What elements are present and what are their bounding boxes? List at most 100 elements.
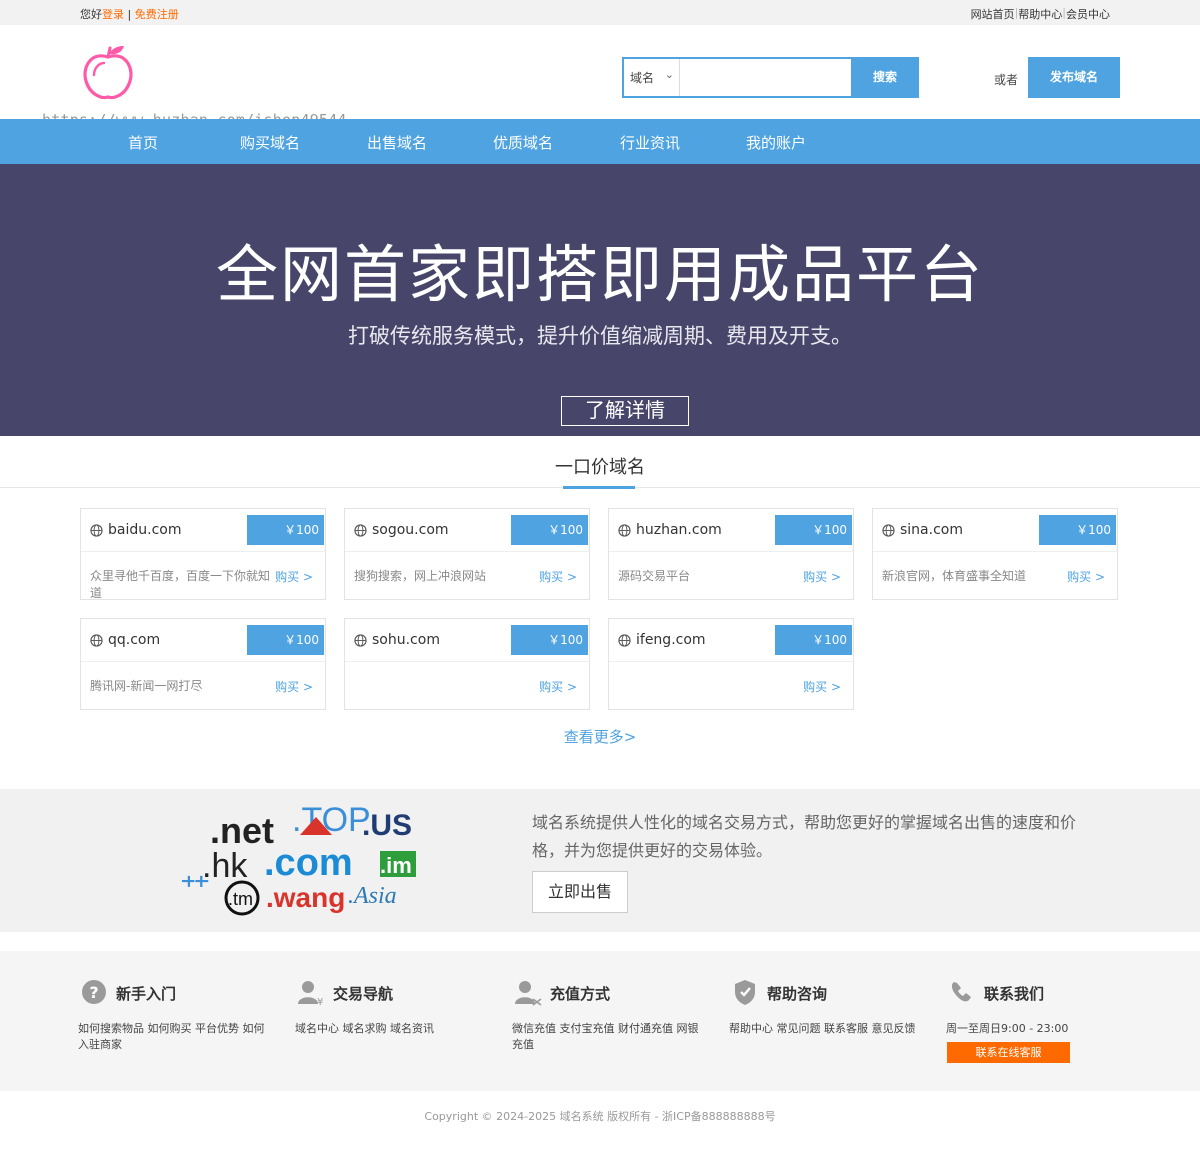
domain-card[interactable]: ifeng.com ￥100 购买 > — [608, 618, 854, 710]
nav-item-sell-domain[interactable]: 出售域名 — [367, 132, 427, 153]
help-link[interactable]: 帮助中心 — [729, 1022, 773, 1035]
nav-item-buy-domain[interactable]: 购买域名 — [240, 132, 300, 153]
domain-description: 腾讯网-新闻一网打尽 — [90, 679, 203, 693]
user-greeting: 您好登录 | 免费注册 — [80, 6, 179, 22]
domain-price-badge: ￥100 — [247, 515, 324, 545]
buy-link[interactable]: 购买 > — [1067, 568, 1105, 585]
phone-icon — [951, 982, 971, 1002]
nav-item-premium-domain[interactable]: 优质域名 — [493, 132, 553, 153]
search-button[interactable]: 搜索 — [851, 57, 919, 98]
globe-icon — [882, 524, 895, 537]
domain-price-badge: ￥100 — [775, 515, 852, 545]
domain-name[interactable]: baidu.com — [108, 522, 181, 538]
help-column-title: 充值方式 — [550, 985, 611, 1003]
site-logo[interactable] — [80, 43, 136, 103]
banner-subtitle: 打破传统服务模式，提升价值缩减周期、费用及开支。 — [348, 324, 852, 348]
domain-card[interactable]: huzhan.com ￥100 源码交易平台 购买 > — [608, 508, 854, 600]
see-more-link[interactable]: 查看更多> — [0, 726, 1200, 747]
learn-more-button[interactable]: 了解详情 — [561, 396, 689, 426]
member-center-link[interactable]: 会员中心 — [1066, 6, 1110, 22]
header: https://www.huzhan.com/ishop49544 域名 ⌄ 搜… — [0, 25, 1200, 129]
help-link[interactable]: 域名求购 — [343, 1022, 387, 1035]
svg-text:?: ? — [89, 983, 98, 1002]
buy-link[interactable]: 购买 > — [803, 568, 841, 585]
help-column-title: 联系我们 — [984, 985, 1045, 1003]
help-link[interactable]: 意见反馈 — [872, 1022, 916, 1035]
logo-word: .tm — [228, 889, 253, 909]
logo-word: .com — [264, 842, 353, 884]
buy-link[interactable]: 购买 > — [539, 678, 577, 695]
nav-item-my-account[interactable]: 我的账户 — [746, 132, 806, 153]
promo-text: 域名系统提供人性化的域名交易方式，帮助您更好的掌握域名出售的速度和价格，并为您提… — [532, 813, 1077, 860]
question-icon: ? — [82, 980, 106, 1004]
online-service-button[interactable]: 联系在线客服 — [947, 1042, 1070, 1063]
site-home-link[interactable]: 网站首页 — [971, 6, 1015, 22]
nav-item-industry-news[interactable]: 行业资讯 — [620, 132, 680, 153]
domain-price-badge: ￥100 — [247, 625, 324, 655]
domain-card[interactable]: baidu.com ￥100 众里寻他千百度，百度一下你就知道 购买 > — [80, 508, 326, 600]
domain-card-header: huzhan.com ￥100 — [609, 509, 853, 552]
domain-description: 新浪官网，体育盛事全知道 — [882, 569, 1027, 583]
domain-name[interactable]: huzhan.com — [636, 522, 722, 538]
main-nav: 首页 购买域名 出售域名 优质域名 行业资讯 我的账户 — [0, 119, 1200, 164]
domain-extensions-logo: .net .TOP .US .hk .com .im ⺿ .tm .wang .… — [180, 801, 416, 916]
help-link[interactable]: 平台优势 — [195, 1022, 239, 1035]
domain-card[interactable]: sogou.com ￥100 搜狗搜索，网上冲浪网站 购买 > — [344, 508, 590, 600]
copyright: Copyright © 2024-2025 域名系统 版权所有 - 浙ICP备8… — [424, 1110, 776, 1123]
globe-icon — [354, 524, 367, 537]
buy-link[interactable]: 购买 > — [539, 568, 577, 585]
domain-card-header: sogou.com ￥100 — [345, 509, 589, 552]
help-column-title: 交易导航 — [333, 985, 394, 1003]
domain-name[interactable]: sogou.com — [372, 522, 449, 538]
login-link[interactable]: 登录 — [102, 8, 124, 21]
logo-word: .Asia — [348, 883, 397, 909]
domain-card[interactable]: qq.com ￥100 腾讯网-新闻一网打尽 购买 > — [80, 618, 326, 710]
domain-price-badge: ￥100 — [1039, 515, 1116, 545]
service-hours: 周一至周日9:00 - 23:00 — [946, 1022, 1069, 1035]
help-link[interactable]: 微信充值 — [512, 1022, 556, 1035]
help-center-link[interactable]: 帮助中心 — [1018, 6, 1062, 22]
help-column-title: 帮助咨询 — [767, 985, 828, 1003]
domain-card-header: qq.com ￥100 — [81, 619, 325, 662]
domain-name[interactable]: sohu.com — [372, 632, 440, 648]
recharge-user-icon — [515, 981, 542, 1006]
help-link[interactable]: 域名资讯 — [390, 1022, 434, 1035]
help-link[interactable]: 如何购买 — [148, 1022, 192, 1035]
register-link[interactable]: 免费注册 — [135, 8, 179, 21]
svg-text:¥: ¥ — [317, 997, 323, 1006]
help-link[interactable]: 常见问题 — [777, 1022, 821, 1035]
help-link[interactable]: 域名中心 — [295, 1022, 339, 1035]
help-column-title: 新手入门 — [116, 985, 177, 1003]
banner-title: 全网首家即搭即用成品平台 — [215, 238, 984, 311]
help-link[interactable]: 财付通充值 — [618, 1022, 673, 1035]
top-links: 网站首页 | 帮助中心 | 会员中心 — [971, 6, 1110, 22]
help-link[interactable]: 如何搜索物品 — [78, 1022, 144, 1035]
domain-card-header: baidu.com ￥100 — [81, 509, 325, 552]
buy-link[interactable]: 购买 > — [275, 678, 313, 695]
sell-now-button[interactable]: 立即出售 — [532, 871, 628, 913]
chevron-down-icon: ⌄ — [664, 68, 674, 81]
domain-name[interactable]: sina.com — [900, 522, 963, 538]
search-type-label: 域名 — [630, 71, 655, 85]
section-title-underline — [563, 486, 635, 489]
hero-banner: 全网首家即搭即用成品平台 打破传统服务模式，提升价值缩减周期、费用及开支。 了解… — [0, 164, 1200, 436]
help-link[interactable]: 联系客服 — [824, 1022, 868, 1035]
domain-price-badge: ￥100 — [511, 625, 588, 655]
domain-description: 众里寻他千百度，百度一下你就知道 — [90, 569, 271, 600]
buy-link[interactable]: 购买 > — [275, 568, 313, 585]
domain-price-badge: ￥100 — [775, 625, 852, 655]
nav-item-home[interactable]: 首页 — [128, 132, 158, 153]
globe-icon — [90, 634, 103, 647]
domain-name[interactable]: qq.com — [108, 632, 160, 648]
buy-link[interactable]: 购买 > — [803, 678, 841, 695]
domain-name[interactable]: ifeng.com — [636, 632, 706, 648]
help-link[interactable]: 支付宝充值 — [560, 1022, 615, 1035]
domain-card[interactable]: sohu.com ￥100 购买 > — [344, 618, 590, 710]
search-type-select[interactable]: 域名 ⌄ — [624, 59, 680, 96]
greeting-text: 您好 — [80, 8, 102, 21]
publish-domain-button[interactable]: 发布域名 — [1028, 57, 1120, 98]
domain-card[interactable]: sina.com ￥100 新浪官网，体育盛事全知道 购买 > — [872, 508, 1118, 600]
trade-user-icon: ¥ — [298, 981, 323, 1006]
logo-word: .im — [380, 853, 412, 878]
search-input[interactable] — [680, 59, 851, 96]
